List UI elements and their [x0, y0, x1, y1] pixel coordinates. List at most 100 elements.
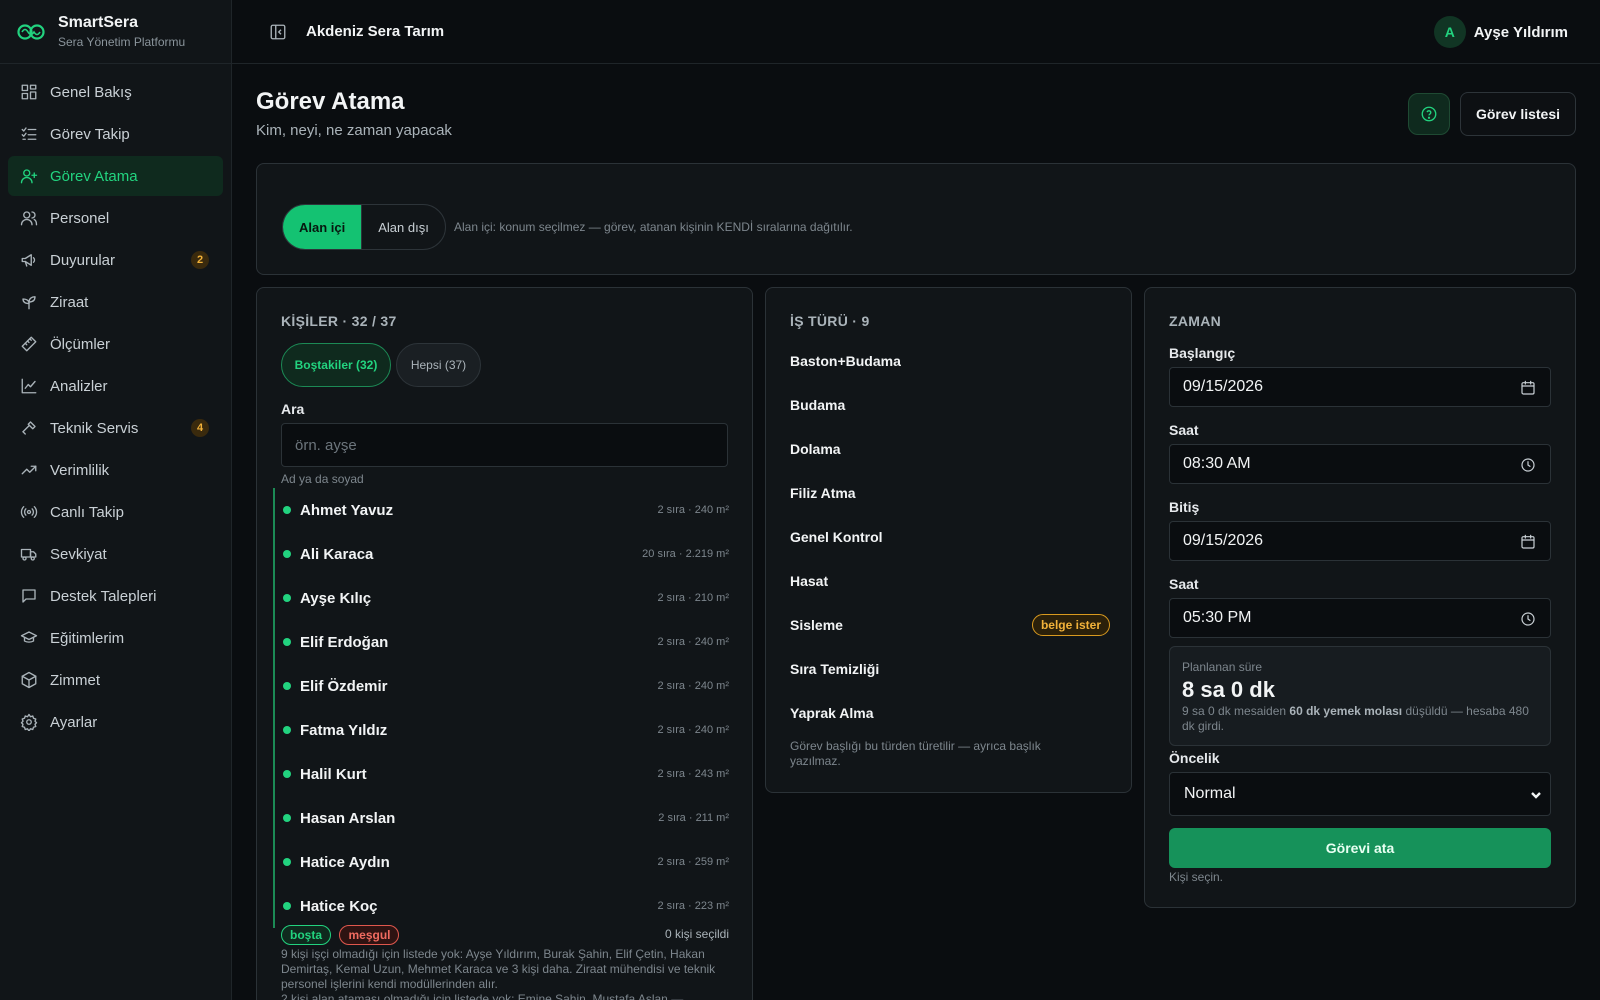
- priority-select[interactable]: Normal: [1169, 772, 1551, 816]
- help-button[interactable]: [1408, 93, 1450, 135]
- sidebar-item-genel-bakış[interactable]: Genel Bakış: [8, 72, 223, 112]
- checklist-icon: [20, 125, 38, 143]
- list-item[interactable]: Ayşe Kılıç 2 sıra · 210 m²: [273, 576, 729, 620]
- list-item[interactable]: Hatice Koç 2 sıra · 223 m²: [273, 884, 729, 928]
- brand-name: SmartSera: [58, 14, 139, 31]
- chevron-down-icon: [1531, 792, 1541, 799]
- sidebar-item-label: Duyurular: [50, 251, 116, 269]
- sidebar-item-destek-talepleri[interactable]: Destek Talepleri: [8, 576, 223, 616]
- person-rows-info: 2 sıra · 259 m²: [657, 856, 729, 868]
- count-badge: 4: [191, 419, 209, 437]
- person-name: Ali Karaca: [300, 545, 374, 563]
- end-time-input[interactable]: 05:30 PM: [1169, 598, 1551, 638]
- list-item[interactable]: Hasan Arslan 2 sıra · 211 m²: [273, 796, 729, 840]
- work-type-card: İŞ TÜRÜ · 9 Görev başlığı bu türden türe…: [765, 287, 1132, 793]
- message-square-icon: [20, 587, 38, 605]
- start-time-value: 08:30 AM: [1183, 455, 1251, 472]
- work-type-item[interactable]: Yaprak Alma: [790, 691, 1110, 735]
- mode-toggle: Alan içi Alan dışı: [282, 204, 446, 250]
- status-dot: [283, 682, 291, 690]
- hammer-icon: [20, 419, 38, 437]
- list-item[interactable]: Halil Kurt 2 sıra · 243 m²: [273, 752, 729, 796]
- person-rows-info: 20 sıra · 2.219 m²: [642, 548, 729, 560]
- start-date-value: 09/15/2026: [1183, 378, 1264, 395]
- status-dot: [283, 550, 291, 558]
- sidebar-item-görev-takip[interactable]: Görev Takip: [8, 114, 223, 154]
- assign-task-button[interactable]: Görevi ata: [1169, 828, 1551, 868]
- sidebar-item-ziraat[interactable]: Ziraat: [8, 282, 223, 322]
- priority-value: Normal: [1184, 785, 1236, 802]
- work-type-label: Sisleme: [790, 617, 843, 633]
- sidebar-item-teknik-servis[interactable]: Teknik Servis 4: [8, 408, 223, 448]
- sidebar-item-görev-atama[interactable]: Görev Atama: [8, 156, 223, 196]
- work-type-item[interactable]: Hasat: [790, 559, 1110, 603]
- person-rows-info: 2 sıra · 243 m²: [657, 768, 729, 780]
- excluded-note: 9 kişi işçi olmadığı için listede yok: A…: [281, 947, 716, 991]
- work-type-hint: Görev başlığı bu türden türetilir — ayrı…: [790, 739, 1041, 768]
- sidebar-item-duyurular[interactable]: Duyurular 2: [8, 240, 223, 280]
- sidebar-item-ayarlar[interactable]: Ayarlar: [8, 702, 223, 742]
- status-dot: [283, 814, 291, 822]
- sidebar-item-label: Teknik Servis: [50, 419, 139, 437]
- work-type-label: Dolama: [790, 441, 841, 457]
- sidebar-item-zimmet[interactable]: Zimmet: [8, 660, 223, 700]
- work-type-item[interactable]: Baston+Budama: [790, 339, 1110, 383]
- time-card: ZAMAN Başlangıç 09/15/2026 Saat 08:30 AM…: [1144, 287, 1576, 908]
- list-item[interactable]: Fatma Yıldız 2 sıra · 240 m²: [273, 708, 729, 752]
- work-type-item[interactable]: Filiz Atma: [790, 471, 1110, 515]
- sidebar-item-label: Görev Takip: [50, 125, 130, 143]
- person-name: Fatma Yıldız: [300, 721, 388, 739]
- list-item[interactable]: Hatice Aydın 2 sıra · 259 m²: [273, 840, 729, 884]
- task-list-button[interactable]: Görev listesi: [1460, 92, 1576, 136]
- calendar-icon: [1521, 380, 1535, 395]
- mode-outside-button[interactable]: Alan dışı: [361, 205, 445, 249]
- filter-all-chip[interactable]: Hepsi (37): [396, 343, 481, 387]
- planned-duration-box: Planlanan süre 8 sa 0 dk 9 sa 0 dk mesai…: [1169, 646, 1551, 746]
- sidebar-item-analizler[interactable]: Analizler: [8, 366, 223, 406]
- sidebar-toggle-button[interactable]: [266, 20, 290, 44]
- mode-inside-button[interactable]: Alan içi: [283, 205, 362, 249]
- list-item[interactable]: Elif Özdemir 2 sıra · 240 m²: [273, 664, 729, 708]
- end-time-label: Saat: [1169, 576, 1199, 592]
- gear-icon: [20, 713, 38, 731]
- search-input[interactable]: [281, 423, 728, 467]
- sidebar-item-label: Zimmet: [50, 671, 100, 689]
- work-type-item[interactable]: Sisleme belge ister: [790, 603, 1110, 647]
- filter-free-chip[interactable]: Boştakiler (32): [281, 343, 391, 387]
- sidebar-item-personel[interactable]: Personel: [8, 198, 223, 238]
- end-date-value: 09/15/2026: [1183, 532, 1264, 549]
- sidebar-item-label: Personel: [50, 209, 110, 227]
- list-item[interactable]: Elif Erdoğan 2 sıra · 240 m²: [273, 620, 729, 664]
- planned-duration-label: Planlanan süre: [1182, 660, 1263, 674]
- list-item[interactable]: Ali Karaca 20 sıra · 2.219 m²: [273, 532, 729, 576]
- company-name: Akdeniz Sera Tarım: [306, 23, 445, 40]
- user-menu[interactable]: A Ayşe Yıldırım: [1433, 16, 1568, 48]
- work-type-label: Hasat: [790, 573, 829, 589]
- sidebar-item-verimlilik[interactable]: Verimlilik: [8, 450, 223, 490]
- end-date-input[interactable]: 09/15/2026: [1169, 521, 1551, 561]
- sidebar-item-label: Eğitimlerim: [50, 629, 125, 647]
- brand[interactable]: SmartSera Sera Yönetim Platformu: [0, 0, 231, 64]
- user-name: Ayşe Yıldırım: [1473, 23, 1568, 41]
- work-type-item[interactable]: Budama: [790, 383, 1110, 427]
- status-dot: [283, 902, 291, 910]
- list-item[interactable]: Ahmet Yavuz 2 sıra · 240 m²: [273, 488, 729, 532]
- sidebar-item-label: Canlı Takip: [50, 503, 124, 521]
- work-type-item[interactable]: Dolama: [790, 427, 1110, 471]
- work-type-item[interactable]: Genel Kontrol: [790, 515, 1110, 559]
- work-type-title: İŞ TÜRÜ · 9: [790, 313, 870, 329]
- start-date-input[interactable]: 09/15/2026: [1169, 367, 1551, 407]
- search-label: Ara: [281, 401, 305, 417]
- person-rows-info: 2 sıra · 223 m²: [657, 900, 729, 912]
- sidebar-item-canlı-takip[interactable]: Canlı Takip: [8, 492, 223, 532]
- work-type-item[interactable]: Sıra Temizliği: [790, 647, 1110, 691]
- sidebar-item-eğitimlerim[interactable]: Eğitimlerim: [8, 618, 223, 658]
- sidebar-item-ölçümler[interactable]: Ölçümler: [8, 324, 223, 364]
- start-time-label: Saat: [1169, 422, 1199, 438]
- graduation-cap-icon: [20, 629, 38, 647]
- start-time-input[interactable]: 08:30 AM: [1169, 444, 1551, 484]
- status-dot: [283, 858, 291, 866]
- clock-icon: [1521, 612, 1535, 626]
- sidebar-item-sevkiyat[interactable]: Sevkiyat: [8, 534, 223, 574]
- status-dot: [283, 638, 291, 646]
